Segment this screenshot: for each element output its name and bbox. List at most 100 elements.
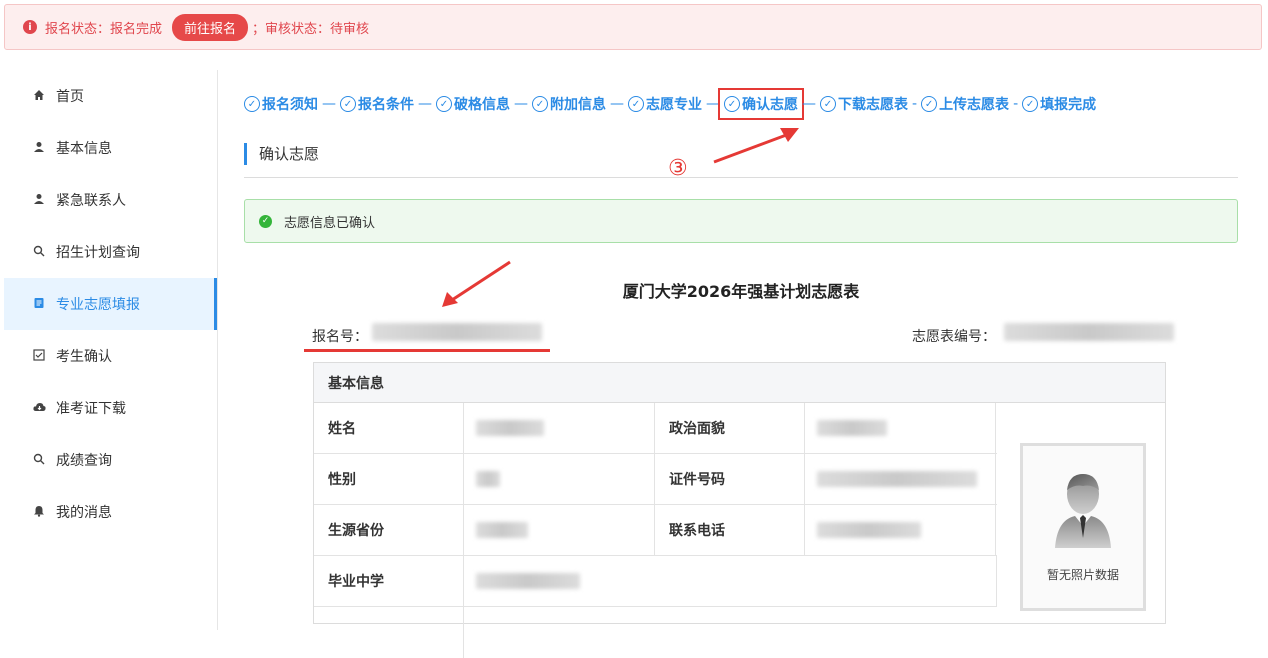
no-photo-text: 暂无照片数据 — [1046, 568, 1119, 582]
document-icon — [32, 297, 46, 312]
sidebar-item-label: 紧急联系人 — [56, 193, 126, 209]
sidebar-item-score-query[interactable]: 成绩查询 — [4, 434, 217, 486]
form-number-label: 志愿表编号： — [912, 329, 996, 345]
redacted-value — [476, 573, 580, 589]
id-number-label: 证件号码 — [655, 454, 805, 504]
registration-number-label: 报名号： — [312, 329, 368, 345]
section-title: 确认志愿 — [244, 143, 319, 165]
step-label: 破格信息 — [454, 97, 510, 113]
review-status-text: ；审核状态：待审核 — [252, 21, 370, 37]
province-label: 生源省份 — [314, 505, 464, 555]
progress-steps: ✓ 报名须知 — ✓ 报名条件 — ✓ 破格信息 — ✓ 附加信息 — ✓ 志愿专业 — … — [244, 88, 1238, 120]
basic-info-table: 基本信息 姓名 政治面貌 性别 证件号码 生源省份 联系电话 毕业中学 暂无照片… — [313, 362, 1167, 658]
step-separator: — — [802, 96, 816, 112]
check-circle-icon: ✓ — [436, 96, 452, 112]
check-circle-icon: ✓ — [628, 96, 644, 112]
sidebar-item-label: 招生计划查询 — [56, 245, 140, 261]
step-exceptional-info[interactable]: ✓ 破格信息 — [436, 94, 510, 114]
table-row: 生源省份 联系电话 — [314, 505, 997, 556]
phone-label: 联系电话 — [655, 505, 805, 555]
sidebar-item-my-messages[interactable]: 我的消息 — [4, 486, 217, 538]
checkbox-icon — [32, 348, 46, 364]
sidebar-item-label: 我的消息 — [56, 505, 112, 521]
arrow-head — [780, 128, 799, 142]
step-upload-form[interactable]: ✓ 上传志愿表 — [921, 94, 1009, 114]
step-additional-info[interactable]: ✓ 附加信息 — [532, 94, 606, 114]
step-separator: — — [706, 96, 720, 112]
sidebar-item-label: 成绩查询 — [56, 453, 112, 469]
search-icon — [32, 245, 46, 260]
phone-value — [805, 505, 996, 555]
user-icon — [32, 141, 46, 156]
annotation-underline — [304, 349, 550, 352]
name-value — [464, 403, 655, 453]
photo-frame: 暂无照片数据 — [1020, 443, 1146, 611]
school-label: 毕业中学 — [314, 556, 464, 606]
step-conditions[interactable]: ✓ 报名条件 — [340, 94, 414, 114]
check-circle-icon: ✓ — [259, 214, 272, 228]
sidebar-item-home[interactable]: 首页 — [4, 70, 217, 122]
registration-status-alert: i 报名状态：报名完成 前往报名 ；审核状态：待审核 — [4, 4, 1262, 50]
gender-value — [464, 454, 655, 504]
step-label: 附加信息 — [550, 97, 606, 113]
name-label: 姓名 — [314, 403, 464, 453]
avatar-placeholder-icon — [1053, 468, 1113, 552]
step-separator: — — [322, 96, 336, 112]
step-label: 下载志愿表 — [838, 97, 908, 113]
step-complete[interactable]: ✓ 填报完成 — [1022, 94, 1096, 114]
redacted-value — [817, 471, 977, 487]
province-value — [464, 505, 655, 555]
redacted-value — [817, 420, 887, 436]
redacted-value — [476, 420, 544, 436]
cloud-download-icon — [32, 401, 46, 416]
step-label: 填报完成 — [1040, 97, 1097, 113]
check-circle-icon: ✓ — [1022, 96, 1039, 112]
political-label: 政治面貌 — [655, 403, 805, 453]
sidebar-item-candidate-confirm[interactable]: 考生确认 — [4, 330, 217, 382]
user-icon — [32, 193, 46, 208]
home-icon — [32, 89, 46, 104]
step-separator: — — [418, 96, 432, 112]
info-icon: i — [23, 20, 37, 34]
form-number-redacted — [1004, 323, 1174, 341]
step-label: 报名条件 — [358, 97, 414, 113]
step-major-choice[interactable]: ✓ 志愿专业 — [628, 94, 702, 114]
sidebar-item-admission-ticket[interactable]: 准考证下载 — [4, 382, 217, 434]
check-circle-icon: ✓ — [820, 96, 836, 112]
registration-status-text: 报名状态：报名完成 — [45, 21, 163, 37]
sidebar-item-label: 考生确认 — [56, 349, 112, 365]
sidebar-nav: 首页 基本信息 紧急联系人 招生计划查询 专业志愿填报 考生确认 准考证下载 成… — [4, 70, 218, 630]
photo-cell: 暂无照片数据 — [997, 403, 1167, 623]
goto-registration-button[interactable]: 前往报名 — [172, 13, 249, 41]
annotation-number: ③ — [668, 156, 688, 181]
step-label: 上传志愿表 — [939, 97, 1010, 113]
redacted-value — [476, 522, 528, 538]
step-separator: - — [912, 96, 918, 112]
bell-icon — [32, 505, 46, 520]
sidebar-item-basic-info[interactable]: 基本信息 — [4, 122, 217, 174]
step-notice[interactable]: ✓ 报名须知 — [244, 94, 318, 114]
empty-label — [314, 607, 464, 658]
sidebar-item-label: 基本信息 — [56, 141, 112, 157]
sidebar-item-label: 首页 — [56, 89, 84, 105]
step-confirm-choice[interactable]: ✓ 确认志愿 — [718, 88, 804, 120]
id-number-value — [805, 454, 996, 504]
sidebar-item-label: 准考证下载 — [56, 401, 126, 417]
sidebar-item-enrollment-plan[interactable]: 招生计划查询 — [4, 226, 217, 278]
step-separator: — — [610, 96, 624, 112]
success-alert: ✓ 志愿信息已确认 — [244, 199, 1238, 243]
sidebar-item-emergency-contact[interactable]: 紧急联系人 — [4, 174, 217, 226]
check-circle-icon: ✓ — [532, 96, 548, 112]
step-separator: — — [514, 96, 528, 112]
table-row: 性别 证件号码 — [314, 454, 997, 505]
check-circle-icon: ✓ — [724, 96, 740, 112]
sidebar-item-major-application[interactable]: 专业志愿填报 — [4, 278, 217, 330]
redacted-value — [817, 522, 921, 538]
step-download-form[interactable]: ✓ 下载志愿表 — [820, 94, 908, 114]
table-row: 姓名 政治面貌 — [314, 403, 997, 454]
redacted-value — [476, 471, 500, 487]
check-circle-icon: ✓ — [921, 96, 938, 112]
search-icon — [32, 453, 46, 468]
step-label: 报名须知 — [262, 97, 318, 113]
check-circle-icon: ✓ — [340, 96, 356, 112]
